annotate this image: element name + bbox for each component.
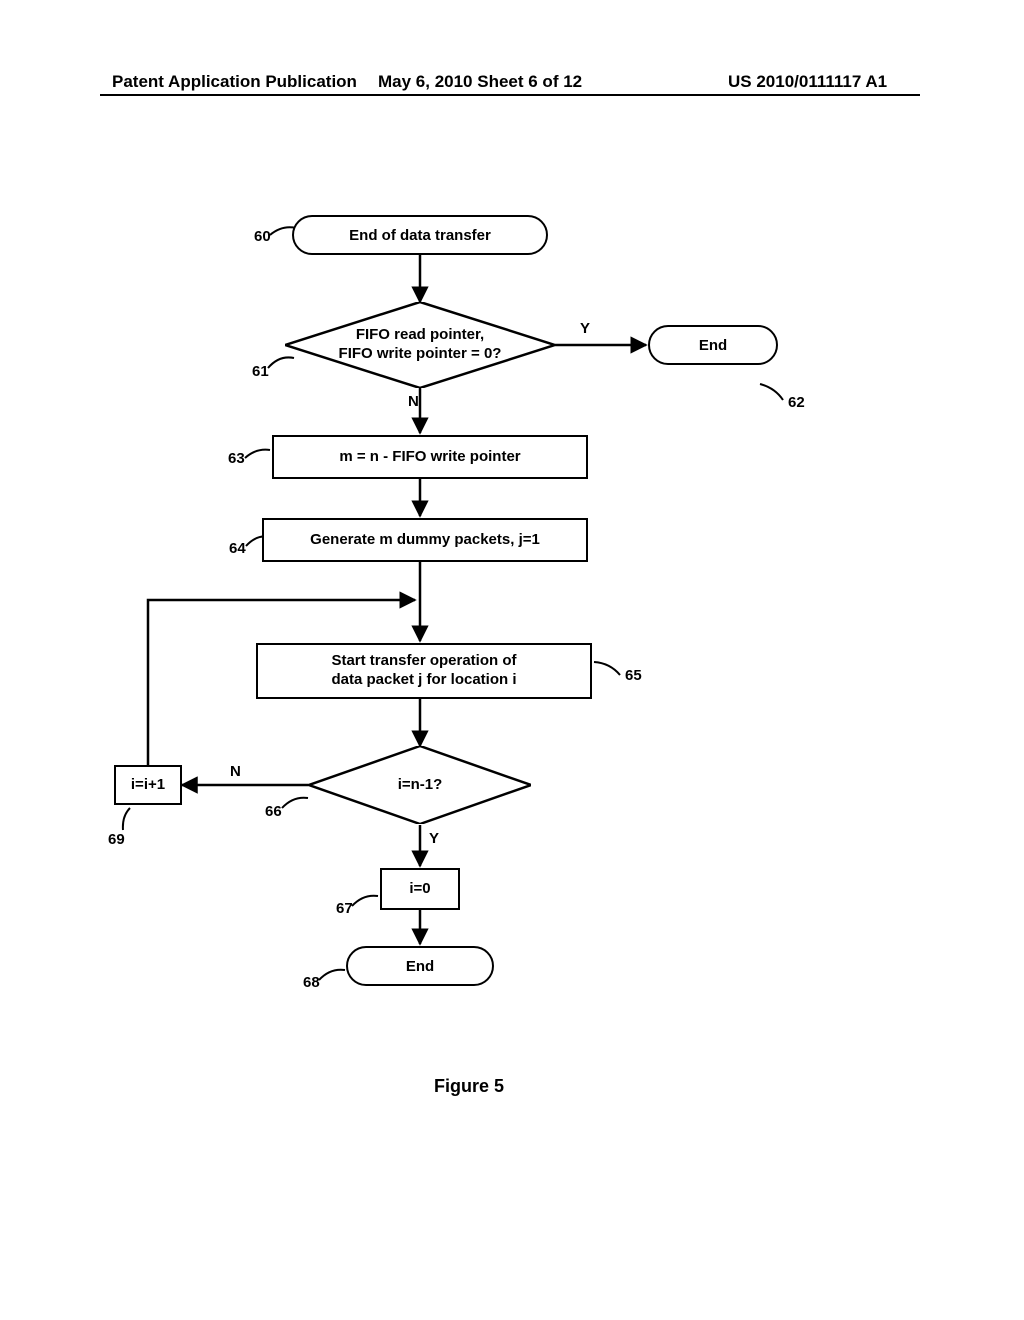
edge-66-n: N [230, 763, 241, 780]
process-generate-dummy: Generate m dummy packets, j=1 [262, 518, 588, 562]
ref-62: 62 [788, 394, 805, 411]
terminator-end-top: End [648, 325, 778, 365]
n68-text: End [406, 958, 434, 975]
n65-text: Start transfer operation ofdata packet j… [331, 652, 516, 690]
ref-69: 69 [108, 831, 125, 848]
edge-66-y: Y [429, 830, 439, 847]
process-compute-m: m = n - FIFO write pointer [272, 435, 588, 479]
process-i-zero: i=0 [380, 868, 460, 910]
ref-63: 63 [228, 450, 245, 467]
ref-60: 60 [254, 228, 271, 245]
terminator-start: End of data transfer [292, 215, 548, 255]
edge-61-n: N [408, 393, 419, 410]
process-i-inc: i=i+1 [114, 765, 182, 805]
ref-65: 65 [625, 667, 642, 684]
decision-i-eq-n1: i=n-1? [309, 746, 531, 824]
decision-fifo-zero: FIFO read pointer,FIFO write pointer = 0… [285, 302, 555, 388]
n69-text: i=i+1 [131, 776, 165, 795]
n67-text: i=0 [409, 880, 430, 899]
ref-67: 67 [336, 900, 353, 917]
n66-text: i=n-1? [398, 776, 443, 795]
n64-text: Generate m dummy packets, j=1 [310, 531, 540, 550]
edge-61-y: Y [580, 320, 590, 337]
figure-caption: Figure 5 [434, 1076, 504, 1097]
terminator-end-bottom: End [346, 946, 494, 986]
flowchart: End of data transfer FIFO read pointer,F… [0, 0, 1024, 1320]
ref-61: 61 [252, 363, 269, 380]
n63-text: m = n - FIFO write pointer [339, 448, 520, 467]
ref-64: 64 [229, 540, 246, 557]
ref-68: 68 [303, 974, 320, 991]
n61-text: FIFO read pointer,FIFO write pointer = 0… [339, 326, 502, 364]
process-start-transfer: Start transfer operation ofdata packet j… [256, 643, 592, 699]
n62-text: End [699, 337, 727, 354]
ref-66: 66 [265, 803, 282, 820]
n60-text: End of data transfer [349, 227, 491, 244]
